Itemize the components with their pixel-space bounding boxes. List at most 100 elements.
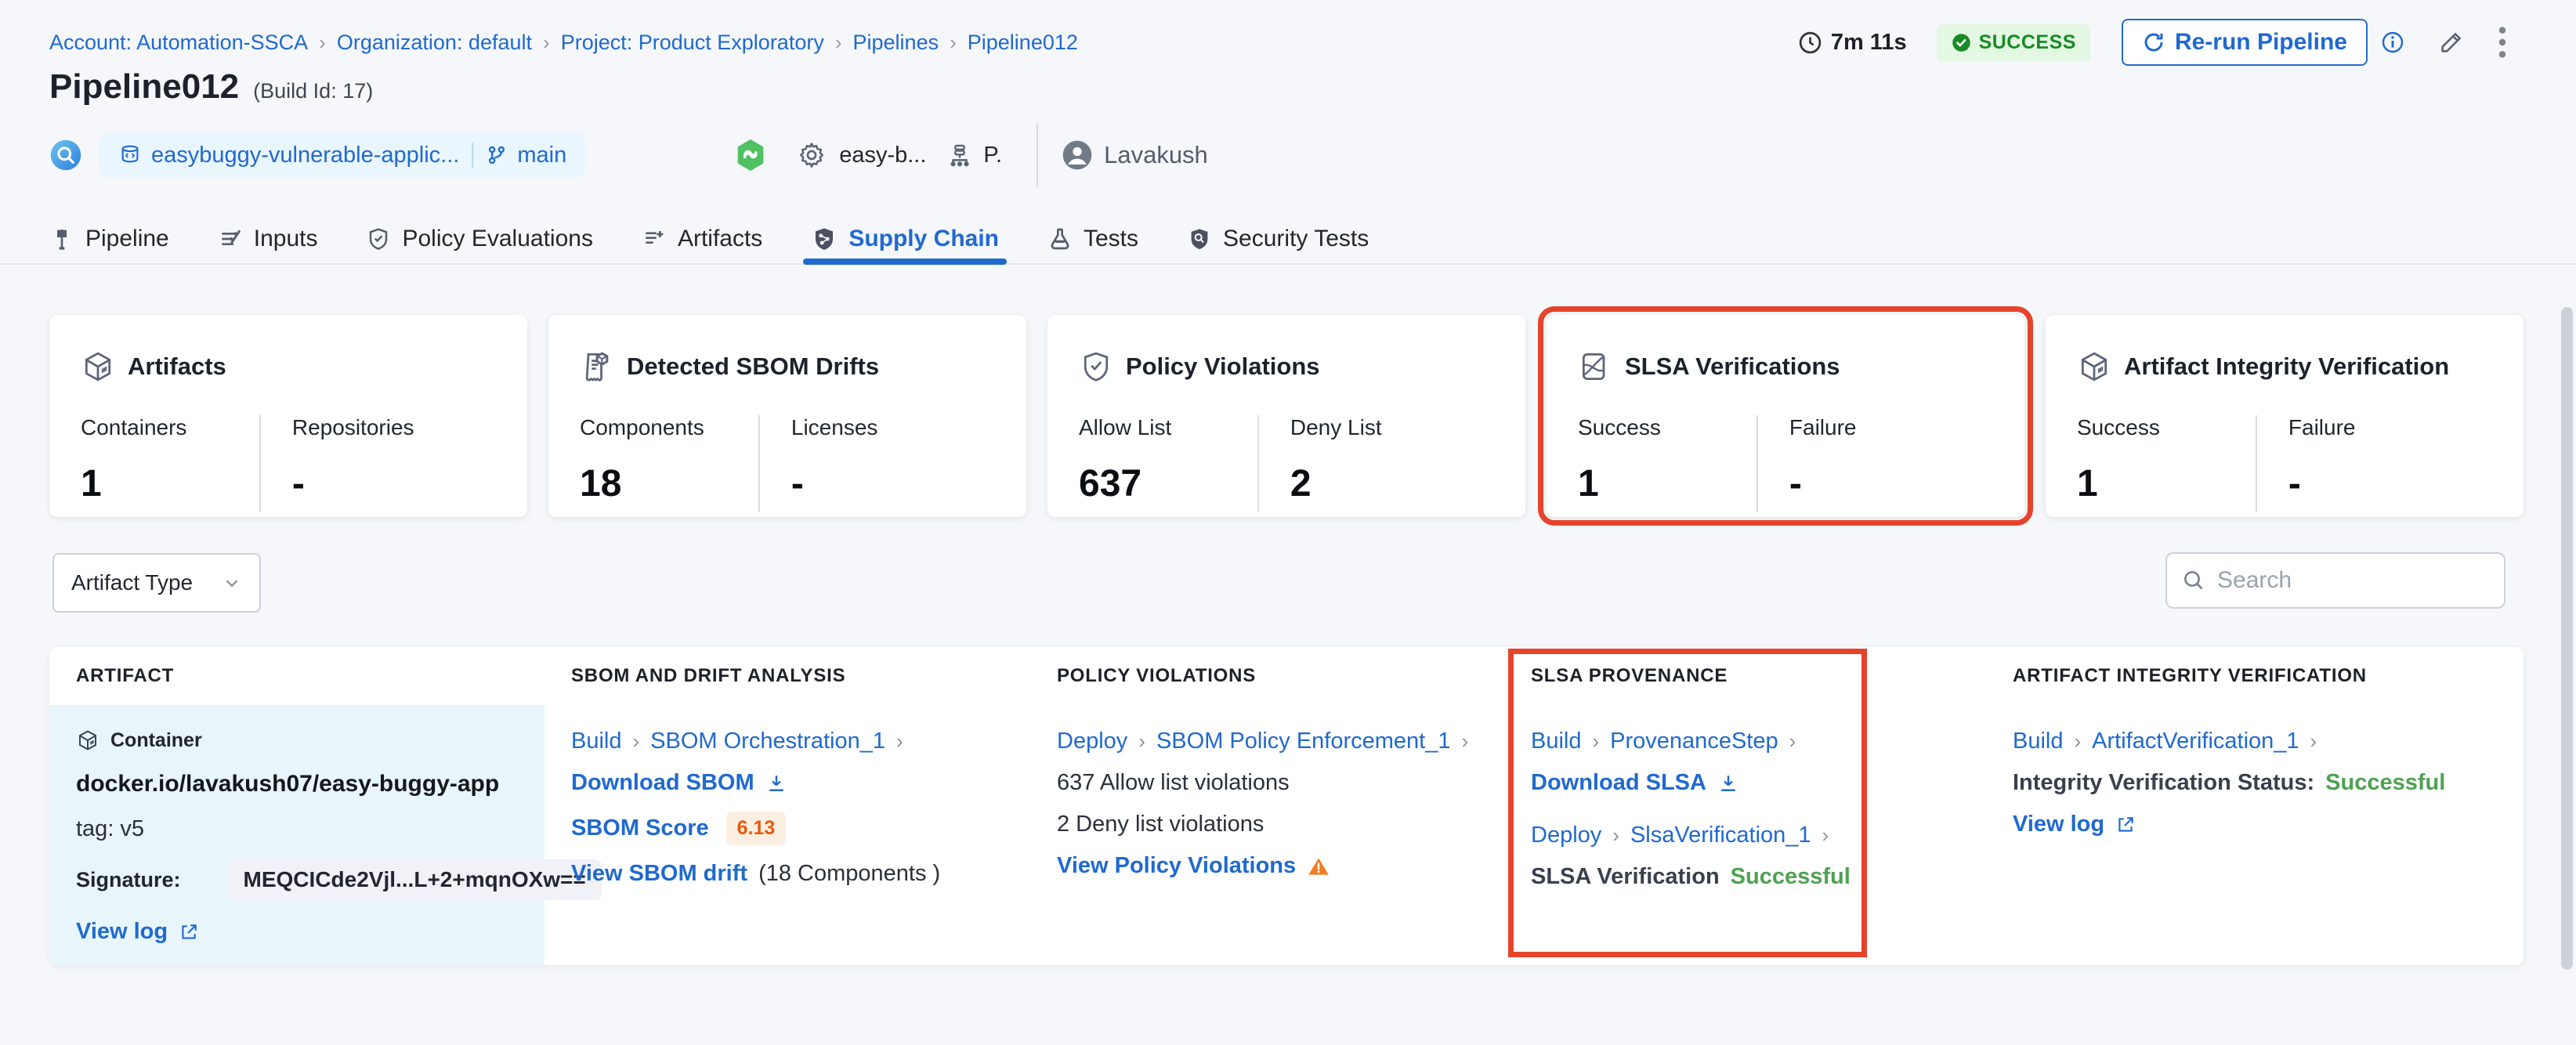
step-link[interactable]: SBOM Policy Enforcement_1: [1156, 729, 1451, 754]
artifacts-icon: [642, 226, 667, 251]
tab-tests[interactable]: Tests: [1047, 213, 1138, 265]
clock-icon: [1797, 30, 1823, 56]
breadcrumb: Account: Automation-SSCA › Organization:…: [49, 31, 1078, 55]
breadcrumb-organization[interactable]: Organization: default: [337, 31, 532, 55]
breadcrumb-project[interactable]: Project: Product Exploratory: [561, 31, 824, 55]
integrity-cell: Build › ArtifactVerification_1 › Integri…: [1986, 705, 2524, 965]
chevron-right-icon: ›: [1789, 729, 1796, 753]
divider: [472, 143, 474, 168]
card-title: Policy Violations: [1126, 353, 1320, 380]
stage-link[interactable]: Build: [2013, 729, 2064, 754]
user-name: Lavakush: [1104, 141, 1208, 168]
chevron-right-icon: ›: [1138, 729, 1145, 753]
card-title: Artifacts: [128, 353, 226, 380]
artifact-image-name: docker.io/lavakush07/easy-buggy-app: [76, 771, 500, 797]
edit-pencil-icon[interactable]: [2438, 29, 2465, 56]
card-title: SLSA Verifications: [1625, 353, 1840, 380]
chevron-right-icon: ›: [2310, 729, 2317, 753]
integrity-status-label: Integrity Verification Status:: [2013, 770, 2315, 795]
stat-value: 1: [81, 463, 102, 504]
execution-meta-row: easybuggy-vulnerable-applic... main easy…: [49, 123, 1208, 187]
container-cube-icon: [76, 729, 99, 752]
step-link[interactable]: SlsaVerification_1: [1630, 823, 1811, 848]
card-artifacts: Artifacts Containers 1 Repositories -: [49, 315, 527, 517]
integrity-status-value: Successful: [2325, 770, 2446, 795]
shield-check-icon: [366, 226, 391, 251]
supply-chain-shield-icon: [811, 226, 838, 252]
slsa-cell: Build › ProvenanceStep › Download SLSA D…: [1504, 705, 1986, 965]
stage-link[interactable]: Build: [571, 729, 622, 754]
card-policy-violations: Policy Violations Allow List 637 Deny Lis…: [1047, 315, 1525, 517]
chevron-right-icon: ›: [632, 729, 640, 753]
check-circle-icon: [1951, 32, 1972, 53]
shield-search-icon: [1187, 226, 1212, 251]
stat-label: Success: [2077, 415, 2160, 439]
vertical-scrollbar[interactable]: [2561, 307, 2573, 970]
tab-artifacts[interactable]: Artifacts: [642, 213, 762, 265]
stat-label: Allow List: [1079, 415, 1172, 439]
stat-value: -: [1789, 463, 1802, 504]
column-header-slsa: SLSA PROVENANCE: [1531, 665, 1728, 686]
pipeline-short-name: easy-b...: [839, 142, 927, 168]
warning-triangle-icon: [1307, 855, 1330, 878]
artifact-cell: Container docker.io/lavakush07/easy-bugg…: [49, 705, 602, 965]
column-header-policy: POLICY VIOLATIONS: [1057, 665, 1257, 686]
stage-link[interactable]: Deploy: [1057, 729, 1127, 754]
allow-list-violations: 637 Allow list violations: [1057, 770, 1290, 795]
repository-icon: [118, 143, 142, 167]
download-sbom-link[interactable]: Download SBOM: [571, 770, 754, 796]
column-header-sbom: SBOM AND DRIFT ANALYSIS: [571, 665, 846, 686]
stat-label: Failure: [2288, 415, 2356, 439]
view-policy-violations-link[interactable]: View Policy Violations: [1057, 853, 1296, 879]
deny-list-violations: 2 Deny list violations: [1057, 812, 1264, 837]
search-input[interactable]: [2217, 567, 2520, 594]
chevron-right-icon: ›: [1822, 823, 1829, 847]
execution-duration: 7m 11s: [1797, 30, 1907, 56]
stage-link[interactable]: Build: [1531, 729, 1582, 754]
breadcrumb-account[interactable]: Account: Automation-SSCA: [49, 31, 308, 55]
rerun-pipeline-button[interactable]: Re-run Pipeline: [2121, 19, 2368, 66]
build-id: (Build Id: 17): [253, 79, 374, 103]
tab-supply-chain[interactable]: Supply Chain: [803, 213, 1007, 265]
view-log-link[interactable]: View log: [76, 919, 168, 945]
view-log-link[interactable]: View log: [2013, 812, 2104, 837]
download-slsa-link[interactable]: Download SLSA: [1531, 770, 1706, 796]
step-link[interactable]: ProvenanceStep: [1610, 729, 1778, 754]
download-icon: [765, 772, 787, 794]
search-box: [2165, 552, 2520, 609]
card-slsa-verifications: SLSA Verifications Success 1 Failure -: [1538, 306, 2033, 526]
sbom-score-link[interactable]: SBOM Score: [571, 815, 709, 841]
breadcrumb-pipelines[interactable]: Pipelines: [853, 31, 939, 55]
stage-link[interactable]: Deploy: [1531, 823, 1601, 848]
stat-value: 1: [2077, 463, 2098, 504]
external-link-icon: [2115, 815, 2136, 835]
stat-value: 2: [1290, 463, 1312, 504]
column-header-integrity: ARTIFACT INTEGRITY VERIFICATION: [2013, 665, 2367, 686]
artifact-type-label: Container: [110, 729, 202, 751]
tab-security-tests[interactable]: Security Tests: [1187, 213, 1369, 265]
stat-value: -: [291, 463, 305, 504]
step-link[interactable]: SBOM Orchestration_1: [650, 729, 885, 754]
inputs-icon: [218, 226, 243, 251]
repo-branch-pill[interactable]: easybuggy-vulnerable-applic... main: [99, 132, 586, 178]
chevron-right-icon: ›: [1461, 729, 1469, 753]
artifact-type-dropdown[interactable]: Artifact Type: [52, 553, 261, 613]
top-bar: Account: Automation-SSCA › Organization:…: [49, 19, 2507, 66]
breadcrumb-pipeline012[interactable]: Pipeline012: [968, 31, 1078, 55]
stat-label: Success: [1578, 415, 1661, 439]
tab-pipeline[interactable]: Pipeline: [49, 213, 169, 265]
info-icon[interactable]: [2380, 30, 2405, 55]
stat-label: Containers: [81, 415, 187, 439]
sbom-document-icon: [580, 349, 614, 384]
search-icon: [2181, 568, 2206, 593]
step-link[interactable]: ArtifactVerification_1: [2092, 729, 2299, 754]
view-sbom-drift-link[interactable]: View SBOM drift: [571, 861, 747, 887]
tab-policy-evaluations[interactable]: Policy Evaluations: [366, 213, 593, 265]
chevron-right-icon: ›: [1612, 823, 1619, 847]
ssca-module-icon: [49, 139, 82, 172]
branch-name: main: [517, 142, 567, 168]
tab-inputs[interactable]: Inputs: [218, 213, 317, 265]
external-link-icon: [179, 922, 199, 942]
stat-value: -: [791, 463, 804, 504]
kebab-menu-icon[interactable]: [2498, 26, 2507, 59]
